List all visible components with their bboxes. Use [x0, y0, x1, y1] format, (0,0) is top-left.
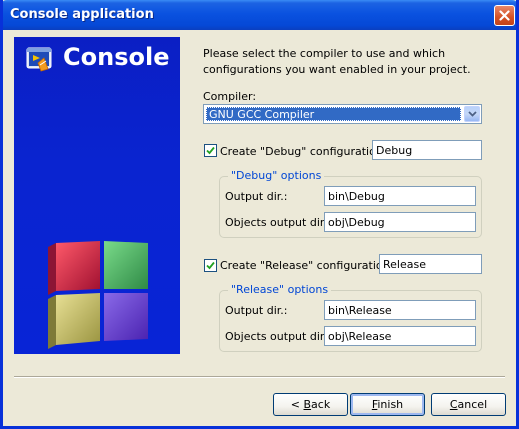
release-output-dir-label: Output dir.:	[225, 304, 288, 317]
debug-objects-dir-field[interactable]: obj\Debug	[324, 212, 476, 232]
close-icon	[499, 10, 510, 21]
back-button[interactable]: < Back	[273, 393, 348, 416]
release-options-title: "Release" options	[228, 283, 332, 296]
debug-objects-dir-label: Objects output dir.:	[225, 216, 331, 229]
colored-cubes-graphic	[48, 241, 148, 349]
cancel-button-label: ancel	[457, 398, 488, 411]
intro-text: Please select the compiler to use and wh…	[203, 47, 471, 76]
back-button-mnemonic: B	[303, 398, 312, 411]
release-objects-dir-field[interactable]: obj\Release	[324, 326, 476, 346]
side-panel-logo-text: Console	[63, 43, 170, 71]
compiler-select[interactable]: GNU GCC Compiler	[203, 104, 482, 124]
close-button[interactable]	[494, 5, 515, 26]
checkmark-icon	[206, 261, 215, 270]
finish-button-label: inish	[377, 398, 404, 411]
checkmark-icon	[206, 146, 215, 155]
compiler-dropdown-button[interactable]	[464, 106, 480, 122]
debug-options-title: "Debug" options	[228, 169, 325, 182]
release-objects-dir-label: Objects output dir.:	[225, 330, 331, 343]
finish-button[interactable]: Finish	[350, 393, 425, 416]
release-output-dir-field[interactable]: bin\Release	[324, 300, 476, 320]
wizard-side-panel: Console	[14, 37, 180, 354]
release-config-checkbox[interactable]	[204, 259, 217, 272]
cancel-button-mnemonic: C	[449, 398, 458, 411]
back-button-label: ack	[311, 398, 331, 411]
window-title: Console application	[10, 7, 154, 22]
title-bar[interactable]: Console application	[3, 0, 516, 30]
compiler-selected-value: GNU GCC Compiler	[206, 107, 461, 121]
footer-separator	[14, 376, 505, 378]
chevron-down-icon	[467, 111, 477, 117]
debug-config-name-field[interactable]: Debug	[372, 140, 482, 160]
console-app-icon	[26, 47, 52, 72]
debug-output-dir-label: Output dir.:	[225, 190, 288, 203]
release-config-name-field[interactable]: Release	[379, 254, 482, 274]
compiler-label: Compiler:	[203, 90, 257, 103]
debug-output-dir-field[interactable]: bin\Debug	[324, 186, 476, 206]
release-config-label: Create "Release" configuration:	[220, 259, 394, 272]
dialog-window: Console application Console Please selec…	[0, 0, 519, 429]
back-button-prefix: <	[290, 398, 304, 411]
debug-config-checkbox[interactable]	[204, 144, 217, 157]
debug-config-label: Create "Debug" configuration:	[220, 145, 387, 158]
cancel-button[interactable]: Cancel	[431, 393, 506, 416]
